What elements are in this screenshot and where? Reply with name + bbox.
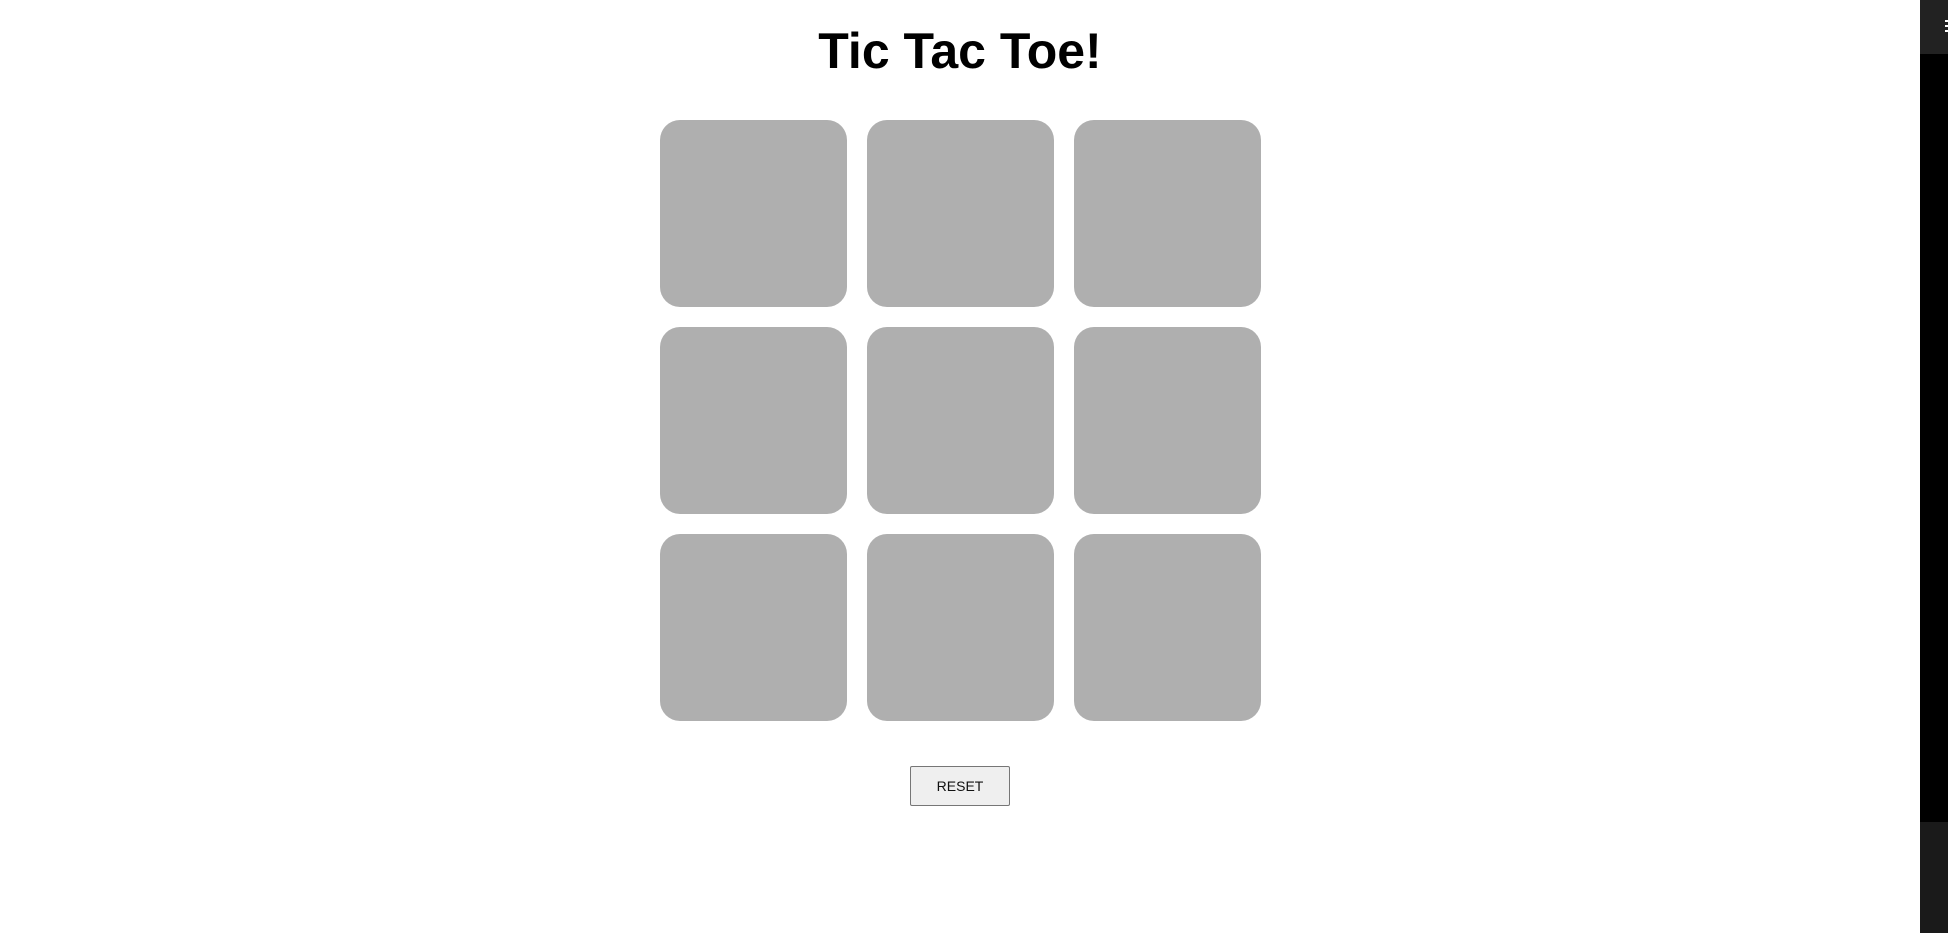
side-panel-header xyxy=(1920,0,1948,54)
board-cell-5[interactable] xyxy=(867,327,1054,514)
board-cell-6[interactable] xyxy=(1074,327,1261,514)
board-cell-4[interactable] xyxy=(660,327,847,514)
board-cell-9[interactable] xyxy=(1074,534,1261,721)
board-cell-8[interactable] xyxy=(867,534,1054,721)
board-cell-1[interactable] xyxy=(660,120,847,307)
page-title: Tic Tac Toe! xyxy=(818,23,1102,79)
game-board xyxy=(660,120,1261,721)
reset-button[interactable]: RESET xyxy=(910,766,1010,806)
board-cell-3[interactable] xyxy=(1074,120,1261,307)
side-panel-footer xyxy=(1920,822,1948,933)
board-cell-2[interactable] xyxy=(867,120,1054,307)
board-cell-7[interactable] xyxy=(660,534,847,721)
side-panel xyxy=(1920,0,1948,933)
